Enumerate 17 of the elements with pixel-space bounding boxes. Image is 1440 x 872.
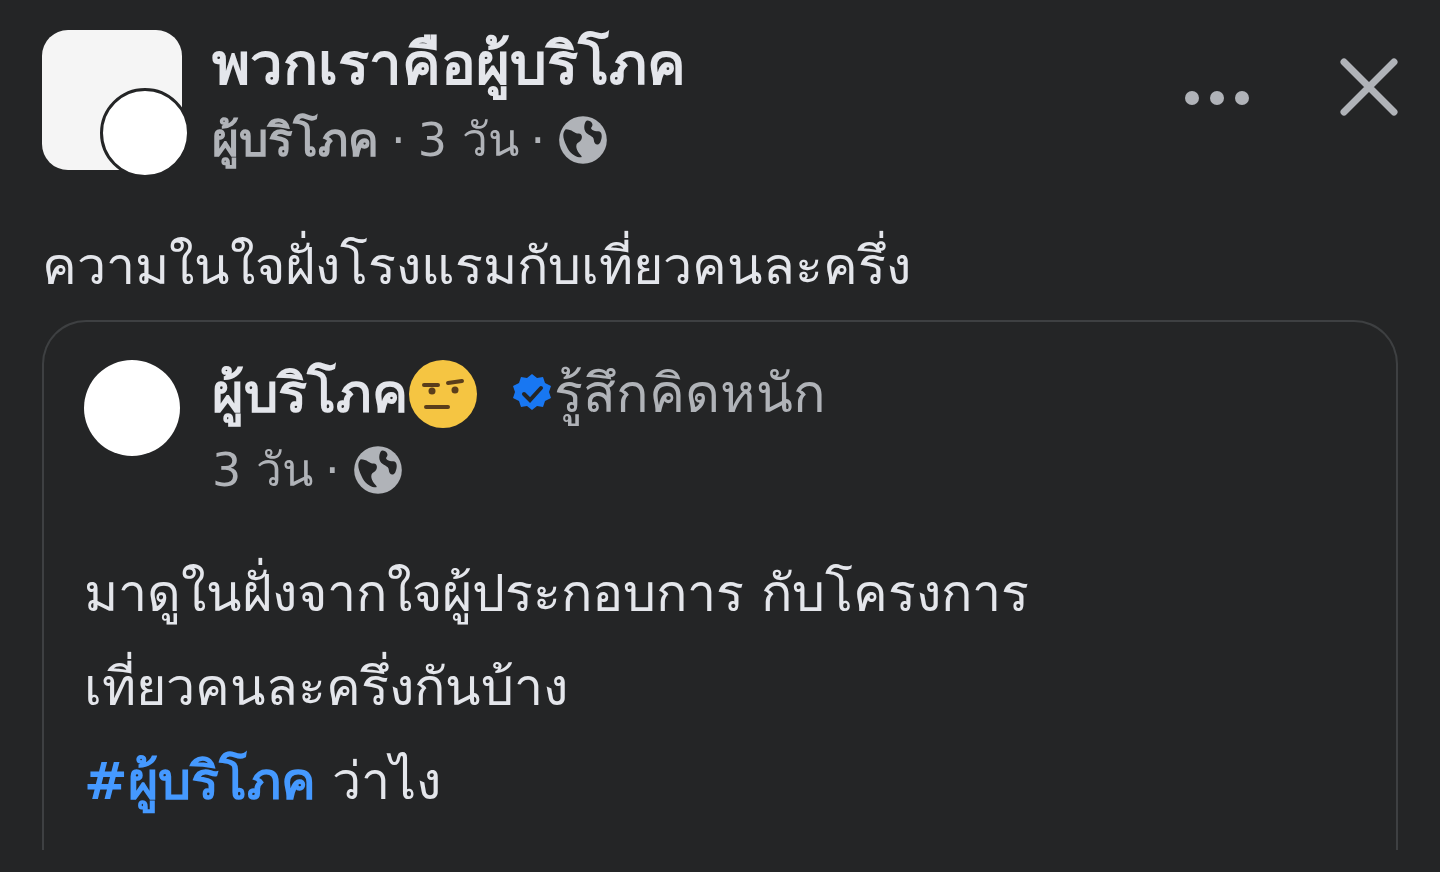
separator-dot: · xyxy=(391,112,406,169)
shared-post-card[interactable]: ผู้บริโภค รู้สึกคิดหนัก 3 วัน · มาดูในฝั่งจากใจผู้ประกอบการ กับโครงการ เที่ยวคนละครึ่งกันบ้าง #ผู้บริโภค ว่าไง xyxy=(42,320,1398,850)
author-name[interactable]: ผู้บริโภค xyxy=(212,110,379,170)
author-name[interactable]: ผู้บริโภค xyxy=(212,354,408,434)
post-text: ความในใจฝั่งโรงแรมกับเที่ยวคนละครึ่ง xyxy=(42,226,1398,306)
separator-dot: · xyxy=(530,112,546,169)
shared-post-text: มาดูในฝั่งจากใจผู้ประกอบการ กับโครงการ เที่ยวคนละครึ่งกันบ้าง #ผู้บริโภค ว่าไง xyxy=(84,546,1356,828)
separator-dot: · xyxy=(324,442,340,499)
group-name[interactable]: พวกเราคือผู้บริโภค xyxy=(212,22,1154,106)
globe-icon xyxy=(557,114,610,166)
thinking-face-icon xyxy=(408,359,478,429)
post-time[interactable]: 3 วัน xyxy=(212,440,313,500)
feeling-text: รู้สึกคิดหนัก xyxy=(554,361,826,428)
close-button[interactable] xyxy=(1340,58,1398,116)
more-options-button[interactable] xyxy=(1184,89,1250,107)
globe-icon xyxy=(351,444,404,496)
post-time[interactable]: 3 วัน xyxy=(417,110,519,170)
